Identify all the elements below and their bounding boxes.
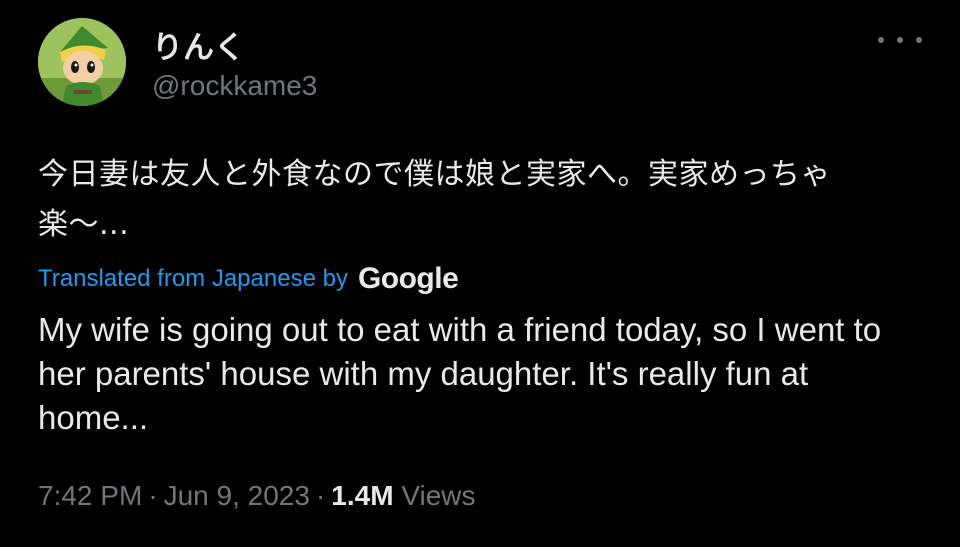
tweet-time[interactable]: 7:42 PM [38, 480, 142, 511]
tweet-meta: 7:42 PM · Jun 9, 2023 · 1.4M Views [38, 480, 476, 512]
views-count[interactable]: 1.4M [331, 480, 393, 511]
translated-from-link[interactable]: Translated from Japanese by [38, 265, 348, 293]
more-horizontal-icon[interactable] [878, 28, 922, 52]
tweet: りんく @rockkame3 今日妻は友人と外食なので僕は娘と実家へ。実家めっち… [0, 0, 960, 547]
avatar[interactable] [38, 18, 126, 106]
tweet-original-text: 今日妻は友人と外食なので僕は娘と実家へ。実家めっちゃ楽〜... [38, 157, 831, 242]
avatar-image [38, 18, 126, 106]
more-dot [897, 37, 903, 43]
tweet-date[interactable]: Jun 9, 2023 [164, 480, 310, 511]
meta-separator: · [315, 480, 326, 511]
views-label: Views [401, 480, 476, 511]
more-dot [916, 37, 922, 43]
translation-attribution: Translated from Japanese by Google [38, 262, 459, 296]
user-handle[interactable]: @rockkame3 [152, 70, 317, 102]
display-name[interactable]: りんく [152, 22, 245, 67]
google-logo: Google [357, 262, 459, 295]
more-dot [878, 37, 884, 43]
meta-separator: · [148, 480, 158, 511]
tweet-translation-text: My wife is going out to eat with a frien… [38, 311, 882, 436]
